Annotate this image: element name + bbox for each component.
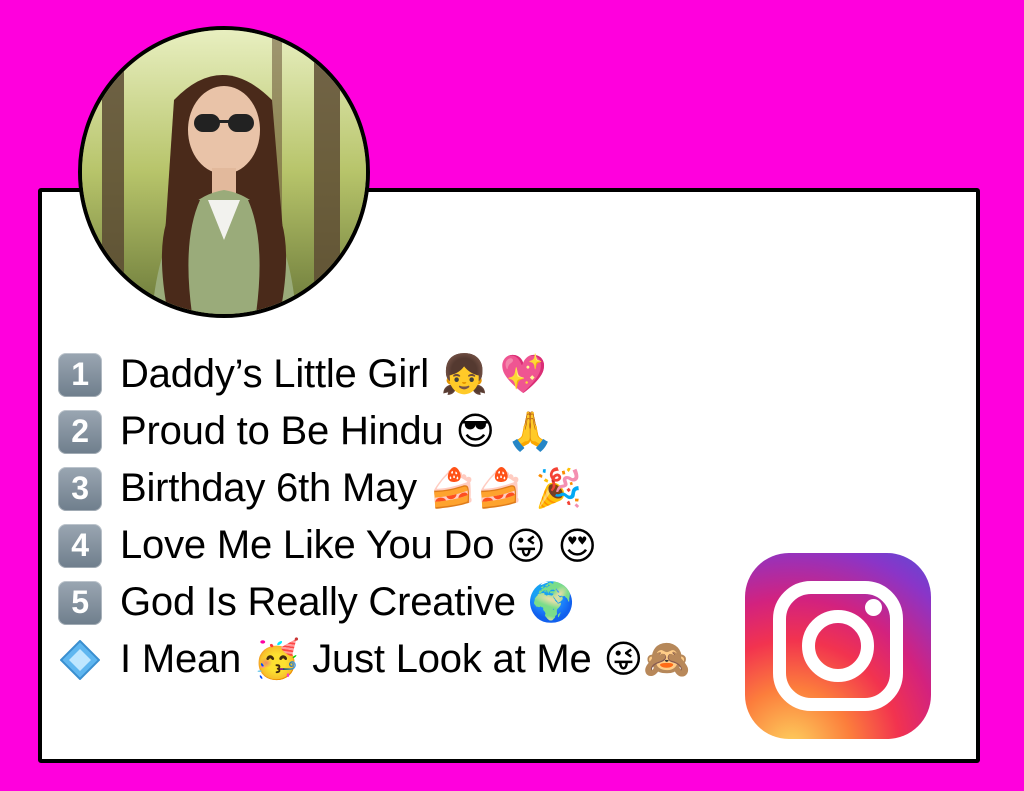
keycap-4-icon: 4	[58, 523, 102, 568]
instagram-lens	[802, 610, 874, 682]
keycap-1-icon: 1	[58, 352, 102, 397]
bio-line-text: God Is Really Creative	[120, 580, 516, 624]
wink-monkey-emoji: 😜🙈	[603, 637, 691, 681]
bio-line-text: Just Look at Me	[312, 637, 592, 681]
keycap-5-icon: 5	[58, 580, 102, 625]
blue-diamond-icon	[58, 638, 102, 682]
cake-party-emoji: 🍰🍰 🎉	[428, 466, 583, 510]
bio-lines: 1 Daddy’s Little Girl 👧 💖 2 Proud to Be …	[58, 346, 758, 688]
profile-photo-image	[82, 30, 366, 314]
profile-photo[interactable]	[78, 26, 370, 318]
bio-line-6: I Mean 🥳 Just Look at Me 😜🙈	[58, 631, 758, 688]
keycap-3-icon: 3	[58, 466, 102, 511]
bio-line-5: 5 God Is Really Creative 🌍	[58, 574, 758, 631]
bio-line-2: 2 Proud to Be Hindu 😎 🙏	[58, 403, 758, 460]
instagram-dot	[865, 599, 882, 616]
bio-line-4: 4 Love Me Like You Do 😜 😍	[58, 517, 758, 574]
bio-line-text: Daddy’s Little Girl	[120, 352, 429, 396]
bio-line-text: Proud to Be Hindu	[120, 409, 444, 453]
bio-line-text: I Mean	[120, 637, 242, 681]
globe-emoji: 🌍	[527, 580, 575, 624]
sunglasses-pray-emoji: 😎 🙏	[455, 409, 554, 453]
girl-heart-emoji: 👧 💖	[440, 352, 548, 396]
party-face-emoji: 🥳	[253, 637, 301, 681]
wink-heart-eyes-emoji: 😜 😍	[506, 523, 597, 568]
bio-line-text: Birthday 6th May	[120, 466, 417, 510]
bio-line-3: 3 Birthday 6th May 🍰🍰 🎉	[58, 460, 758, 517]
keycap-2-icon: 2	[58, 409, 102, 454]
bio-line-text: Love Me Like You Do	[120, 523, 495, 567]
instagram-logo-icon[interactable]	[745, 553, 931, 739]
bio-line-1: 1 Daddy’s Little Girl 👧 💖	[58, 346, 758, 403]
